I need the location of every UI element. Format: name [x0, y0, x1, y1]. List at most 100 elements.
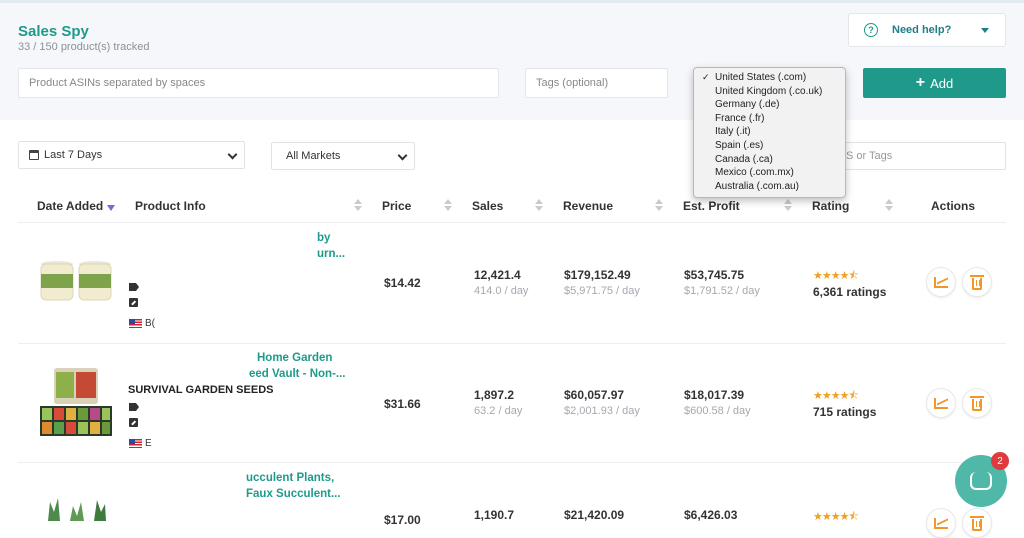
revenue-per-day: $5,971.75 / day [564, 285, 640, 297]
line-chart-icon [934, 517, 948, 529]
market-option[interactable]: Australia (.com.au) [694, 180, 845, 194]
ratings-count: 6,361 ratings [813, 285, 887, 299]
product-thumbnail[interactable] [40, 366, 112, 436]
chart-button[interactable] [926, 388, 956, 418]
profit-per-day: $1,791.52 / day [684, 285, 760, 297]
tags-input[interactable] [525, 68, 668, 98]
rating-stars: ★★★★⯪ [813, 511, 859, 523]
sort-desc-icon[interactable] [107, 205, 115, 211]
asin-input[interactable] [18, 68, 499, 98]
sales-per-day: 63.2 / day [474, 405, 523, 417]
profit-per-day: $600.58 / day [684, 405, 751, 417]
column-price[interactable]: Price [382, 199, 411, 213]
chevron-down-icon [227, 149, 238, 160]
redaction-box [122, 468, 244, 521]
add-label: Add [930, 75, 954, 91]
sales-value: 1,897.2 [474, 388, 515, 402]
product-name[interactable]: Home Garden eed Vault - Non-... [249, 350, 345, 382]
divider [18, 343, 1006, 344]
market-option[interactable]: United Kingdom (.co.uk) [694, 85, 845, 99]
chat-bubble-icon [970, 472, 992, 490]
add-button[interactable]: + Add [863, 68, 1006, 98]
plus-icon: + [915, 74, 926, 91]
product-thumbnail[interactable] [38, 258, 114, 304]
delete-button[interactable] [962, 508, 992, 538]
sort-icon[interactable] [444, 198, 452, 212]
product-name[interactable]: ucculent Plants, Faux Succulent... [246, 470, 341, 502]
rating-stars: ★★★★⯪ [813, 390, 859, 402]
asin-value: E [145, 438, 152, 449]
external-link-icon[interactable] [129, 298, 138, 307]
sort-icon[interactable] [535, 198, 543, 212]
trash-icon [970, 515, 984, 531]
product-thumbnail[interactable] [40, 492, 112, 521]
column-revenue[interactable]: Revenue [563, 199, 613, 213]
chart-button[interactable] [926, 508, 956, 538]
divider [18, 462, 1006, 463]
column-product-info[interactable]: Product Info [135, 199, 206, 213]
trash-icon [970, 395, 984, 411]
market-option[interactable]: Canada (.ca) [694, 153, 845, 167]
delete-button[interactable] [962, 267, 992, 297]
chevron-down-icon [397, 150, 408, 161]
sort-icon[interactable] [784, 198, 792, 212]
column-est-profit[interactable]: Est. Profit [683, 199, 740, 213]
price-value: $14.42 [384, 276, 421, 290]
price-value: $17.00 [384, 513, 421, 527]
date-range-value: Last 7 Days [44, 149, 103, 161]
external-link-icon[interactable] [129, 418, 138, 427]
market-option[interactable]: Italy (.it) [694, 125, 845, 139]
rating-stars: ★★★★⯪ [813, 270, 859, 282]
asin-value: B( [145, 318, 155, 329]
date-range-select[interactable]: Last 7 Days [18, 141, 245, 169]
column-sales[interactable]: Sales [472, 199, 503, 213]
sort-icon[interactable] [354, 198, 362, 212]
us-flag-icon [129, 439, 142, 448]
line-chart-icon [934, 397, 948, 409]
market-option[interactable]: Spain (.es) [694, 139, 845, 153]
product-name[interactable]: by urn... [317, 230, 345, 262]
sort-icon[interactable] [885, 198, 893, 212]
tag-icon[interactable] [129, 403, 139, 411]
caret-down-icon [981, 27, 990, 33]
tracked-count: 33 / 150 product(s) tracked [18, 41, 150, 53]
sales-value: 12,421.4 [474, 268, 521, 282]
market-option[interactable]: Germany (.de) [694, 98, 845, 112]
market-option[interactable]: France (.fr) [694, 112, 845, 126]
chart-button[interactable] [926, 267, 956, 297]
ratings-count: 715 ratings [813, 405, 877, 419]
market-option[interactable]: ✓ United States (.com) [694, 71, 845, 85]
market-dropdown-list[interactable]: ✓ United States (.com) United Kingdom (.c… [693, 67, 846, 198]
market-filter-select[interactable]: All Markets [271, 142, 415, 170]
price-value: $31.66 [384, 397, 421, 411]
revenue-value: $21,420.09 [564, 508, 625, 522]
product-name-overlay: SURVIVAL GARDEN SEEDS [128, 384, 274, 396]
need-help-button[interactable]: ? Need help? [848, 13, 1006, 47]
profit-value: $53,745.75 [684, 268, 745, 282]
sort-icon[interactable] [655, 198, 663, 212]
us-flag-icon [129, 319, 142, 328]
profit-value: $6,426.03 [684, 508, 738, 522]
delete-button[interactable] [962, 388, 992, 418]
revenue-value: $60,057.97 [564, 388, 625, 402]
line-chart-icon [934, 276, 948, 288]
column-actions: Actions [931, 199, 976, 213]
sales-value: 1,190.7 [474, 508, 515, 522]
market-filter-value: All Markets [286, 150, 341, 162]
page-title: Sales Spy [18, 23, 89, 40]
market-option[interactable]: Mexico (.com.mx) [694, 166, 845, 180]
trash-icon [970, 274, 984, 290]
need-help-label: Need help? [892, 24, 952, 36]
revenue-per-day: $2,001.93 / day [564, 405, 640, 417]
chat-notification-badge: 2 [991, 452, 1009, 470]
question-circle-icon: ? [864, 23, 878, 37]
check-icon: ✓ [702, 72, 710, 82]
sales-per-day: 414.0 / day [474, 285, 529, 297]
search-placeholder: S or Tags [846, 150, 893, 162]
tag-icon[interactable] [129, 283, 139, 291]
divider [18, 222, 1006, 223]
column-date-added[interactable]: Date Added [37, 199, 103, 213]
column-rating[interactable]: Rating [812, 199, 849, 213]
revenue-value: $179,152.49 [564, 268, 631, 282]
calendar-icon [29, 150, 39, 160]
